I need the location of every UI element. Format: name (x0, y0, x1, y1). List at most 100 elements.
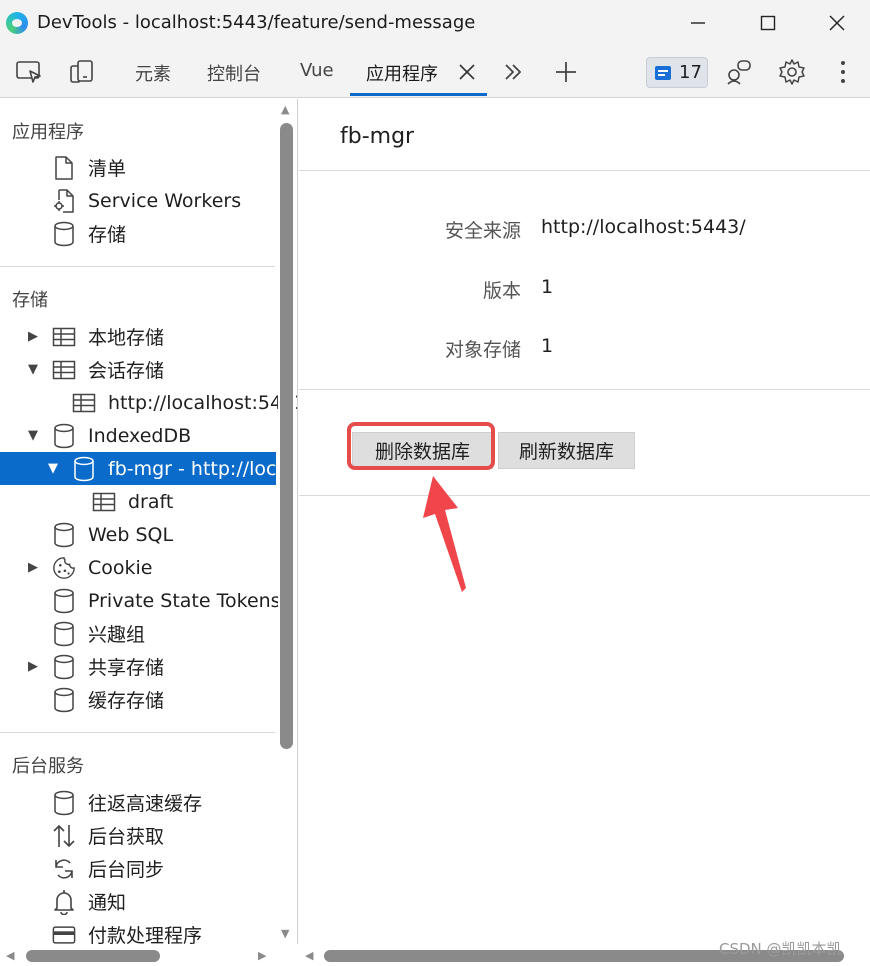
sidebar-item-notifications[interactable]: 通知 (0, 885, 276, 918)
sidebar-item-interest-groups[interactable]: 兴趣组 (0, 617, 276, 650)
document-icon (52, 155, 76, 181)
refresh-database-button[interactable]: 刷新数据库 (498, 432, 635, 469)
actions-divider (299, 495, 870, 496)
sidebar-item-label: Web SQL (88, 523, 174, 546)
tab-console[interactable]: 控制台 (207, 60, 261, 86)
sidebar-item-private-state-tokens[interactable]: Private State Tokens (0, 584, 281, 617)
sidebar-scroll-thumb[interactable] (280, 123, 293, 749)
tab-application[interactable]: 应用程序 (366, 60, 438, 86)
sidebar-item-indexeddb[interactable]: ▼ IndexedDB (0, 419, 276, 452)
expand-arrow-icon[interactable]: ▶ (26, 659, 40, 674)
watermark: CSDN @凯凯本凯 (719, 940, 842, 958)
sidebar-item-local-storage[interactable]: ▶ 本地存储 (0, 320, 276, 353)
scroll-down-arrow-icon[interactable]: ▼ (281, 927, 289, 940)
issues-badge[interactable]: 17 (646, 57, 708, 88)
tab-elements[interactable]: 元素 (135, 60, 171, 86)
sidebar-item-session-origin[interactable]: http://localhost:5443 (0, 386, 297, 419)
sidebar-item-label: fb-mgr - http://localhost:5443 (108, 457, 297, 480)
active-tab-indicator (350, 93, 487, 96)
version-value: 1 (541, 276, 554, 298)
sidebar-item-manifest[interactable]: 清单 (0, 151, 276, 184)
table-icon (52, 324, 76, 350)
title-bar: DevTools - localhost:5443/feature/send-m… (0, 0, 870, 46)
sidebar-item-shared-storage[interactable]: ▶ 共享存储 (0, 650, 276, 683)
cookie-icon (52, 555, 76, 581)
main-scroll-left-arrow-icon[interactable]: ◀ (305, 949, 313, 962)
sidebar-item-label: 兴趣组 (88, 624, 146, 646)
scroll-right-arrow-icon[interactable]: ▶ (258, 949, 266, 962)
settings-gear-icon[interactable] (776, 56, 808, 88)
feedback-icon[interactable] (723, 56, 755, 88)
sidebar-item-label: Service Workers (88, 189, 242, 212)
database-icon (52, 654, 76, 680)
tab-vue[interactable]: Vue (300, 60, 334, 81)
sidebar-item-label: 往返高速缓存 (88, 793, 203, 815)
devtools-toolbar: 元素 控制台 Vue 应用程序 17 (0, 46, 870, 98)
sync-icon (52, 856, 76, 882)
sidebar-item-label: 后台同步 (88, 859, 165, 881)
database-icon (52, 221, 76, 247)
minimize-button[interactable] (680, 6, 716, 40)
database-icon (52, 621, 76, 647)
collapse-arrow-icon[interactable]: ▼ (26, 428, 40, 443)
sidebar-item-draft[interactable]: draft (0, 485, 276, 518)
sidebar-item-label: 缓存存储 (88, 690, 165, 712)
sidebar-item-label: 本地存储 (88, 327, 165, 349)
sidebar-item-label: 会话存储 (88, 360, 165, 382)
close-window-button[interactable] (819, 6, 855, 40)
table-icon (52, 357, 76, 383)
sidebar-item-cookie[interactable]: ▶ Cookie (0, 551, 276, 584)
section-title-application: 应用程序 (12, 122, 84, 143)
scroll-left-arrow-icon[interactable]: ◀ (6, 949, 14, 962)
annotation-arrow-icon (423, 476, 466, 592)
sidebar-item-label: 后台获取 (88, 826, 165, 848)
sidebar-item-cache-storage[interactable]: 缓存存储 (0, 683, 276, 716)
up-down-arrows-icon (52, 823, 76, 849)
close-tab-icon[interactable] (458, 57, 476, 87)
table-icon (72, 390, 96, 416)
section-title-storage: 存储 (12, 290, 48, 311)
sidebar-hscroll-thumb[interactable] (26, 950, 160, 962)
database-icon (52, 687, 76, 713)
application-sidebar: 应用程序 清单 Service Workers 存储 存储 ▶ 本地存储 ▼ 会… (0, 99, 298, 966)
window-title: DevTools - localhost:5443/feature/send-m… (37, 12, 476, 33)
maximize-button[interactable] (750, 6, 786, 40)
sidebar-item-fb-mgr[interactable]: ▼ fb-mgr - http://localhost:5443 (0, 452, 297, 485)
sidebar-item-bfcache[interactable]: 往返高速缓存 (0, 786, 276, 819)
database-name-heading: fb-mgr (340, 124, 415, 149)
database-icon (52, 423, 76, 449)
database-icon (52, 588, 76, 614)
sidebar-item-web-sql[interactable]: Web SQL (0, 518, 276, 551)
device-toolbar-icon[interactable] (66, 56, 98, 88)
collapse-arrow-icon[interactable]: ▼ (26, 362, 40, 377)
sidebar-item-label: 通知 (88, 892, 127, 914)
table-icon (92, 489, 116, 515)
sidebar-item-label: IndexedDB (88, 424, 192, 447)
section-title-background-services: 后台服务 (12, 756, 84, 777)
sidebar-item-session-storage[interactable]: ▼ 会话存储 (0, 353, 276, 386)
message-icon (655, 65, 671, 80)
add-tab-icon[interactable] (550, 56, 582, 88)
object-stores-value: 1 (541, 335, 554, 357)
database-icon (52, 790, 76, 816)
scroll-up-arrow-icon[interactable]: ▲ (281, 103, 289, 116)
database-details-panel: fb-mgr 安全来源 http://localhost:5443/ 版本 1 … (299, 99, 870, 944)
sidebar-item-storage[interactable]: 存储 (0, 217, 276, 250)
sidebar-item-label: 存储 (88, 224, 127, 246)
security-origin-label: 安全来源 (444, 220, 521, 242)
properties-divider (299, 389, 870, 390)
expand-arrow-icon[interactable]: ▶ (26, 560, 40, 575)
sidebar-item-label: 共享存储 (88, 657, 165, 679)
sidebar-item-background-sync[interactable]: 后台同步 (0, 852, 276, 885)
gear-document-icon (52, 188, 76, 214)
expand-arrow-icon[interactable]: ▶ (26, 329, 40, 344)
more-options-icon[interactable] (827, 56, 859, 88)
database-icon (52, 522, 76, 548)
sidebar-item-service-workers[interactable]: Service Workers (0, 184, 276, 217)
sidebar-item-label: Cookie (88, 556, 153, 579)
section-divider (0, 732, 275, 733)
collapse-arrow-icon[interactable]: ▼ (46, 461, 60, 476)
sidebar-item-background-fetch[interactable]: 后台获取 (0, 819, 276, 852)
inspect-element-icon[interactable] (13, 56, 45, 88)
more-tabs-icon[interactable] (497, 56, 529, 88)
